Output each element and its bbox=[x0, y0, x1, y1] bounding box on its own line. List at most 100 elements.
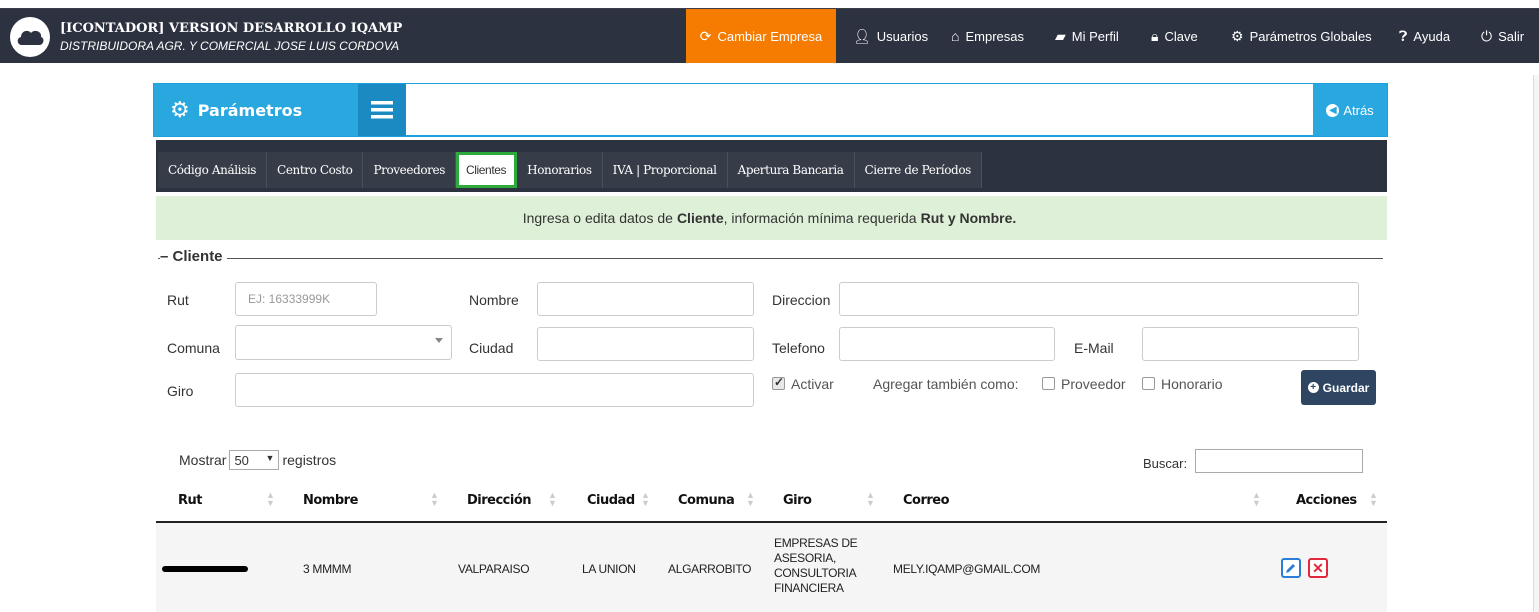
col-header-comuna[interactable]: Comuna bbox=[678, 493, 735, 508]
info-message: Ingresa o edita datos de Cliente , infor… bbox=[156, 196, 1387, 240]
sort-icon: ▲ ▼ bbox=[1252, 490, 1261, 508]
tab-cierre-periodos[interactable]: Cierre de Períodos bbox=[854, 152, 982, 188]
col-header-direccion[interactable]: Dirección bbox=[467, 493, 532, 508]
registros-label: registros bbox=[282, 452, 337, 468]
cliente-fieldset bbox=[158, 258, 1383, 259]
mi-perfil-link[interactable]: ▰ Mi Perfil bbox=[1055, 9, 1119, 63]
usuarios-label: Usuarios bbox=[876, 28, 929, 44]
telefono-input[interactable] bbox=[839, 327, 1055, 361]
parameter-tabs: Código Análisis Centro Costo Proveedores… bbox=[156, 140, 1387, 192]
cloud-logo-icon[interactable] bbox=[10, 17, 50, 57]
parametros-globales-link[interactable]: ⚙ Parámetros Globales bbox=[1231, 9, 1372, 63]
salir-label: Salir bbox=[1498, 28, 1525, 44]
activar-label: Activar bbox=[791, 376, 834, 392]
tab-honorarios[interactable]: Honorarios bbox=[517, 152, 603, 188]
back-button[interactable]: ◀ Atrás bbox=[1313, 84, 1387, 136]
ayuda-label: Ayuda bbox=[1413, 28, 1451, 44]
panel-title: ⚙ Parámetros bbox=[154, 84, 358, 136]
page-length-select[interactable]: 50 ▼ bbox=[229, 450, 280, 470]
guardar-label: Guardar bbox=[1322, 380, 1370, 395]
info-text-mid: , información mínima requerida bbox=[723, 210, 917, 226]
honorario-label: Honorario bbox=[1161, 376, 1223, 392]
col-header-correo[interactable]: Correo bbox=[903, 493, 950, 508]
usuarios-link[interactable]: 👤︎ Usuarios bbox=[853, 9, 928, 63]
pencil-icon bbox=[1286, 564, 1295, 573]
cell-comuna: ALGARROBITO bbox=[668, 562, 752, 576]
cell-ciudad: LA UNION bbox=[582, 562, 636, 576]
guardar-button[interactable]: + Guardar bbox=[1301, 370, 1376, 405]
power-icon: ⏻ bbox=[1481, 27, 1493, 44]
agregar-como-label: Agregar también como: bbox=[873, 376, 1019, 392]
giro-input[interactable] bbox=[235, 373, 754, 407]
cambiar-empresa-label: Cambiar Empresa bbox=[717, 28, 823, 44]
folder-open-icon: ▰ bbox=[1055, 27, 1066, 44]
ayuda-link[interactable]: ❓︎ Ayuda bbox=[1399, 9, 1450, 63]
refresh-icon: ⟳ bbox=[699, 27, 712, 44]
ciudad-input[interactable] bbox=[537, 327, 754, 361]
sort-icon: ▲ ▼ bbox=[866, 490, 875, 508]
tab-codigo-analisis[interactable]: Código Análisis bbox=[158, 152, 268, 188]
activar-checkbox[interactable] bbox=[772, 375, 785, 390]
ciudad-label: Ciudad bbox=[469, 340, 514, 356]
rut-label: Rut bbox=[167, 292, 189, 308]
hamburger-icon bbox=[371, 101, 393, 119]
proveedor-label: Proveedor bbox=[1061, 376, 1126, 392]
empresas-label: Empresas bbox=[965, 28, 1024, 44]
rut-placeholder: EJ: 16333999K bbox=[248, 292, 331, 306]
tab-centro-costo[interactable]: Centro Costo bbox=[267, 152, 364, 188]
giro-line: CONSULTORIA bbox=[774, 566, 857, 580]
direccion-input[interactable] bbox=[839, 282, 1359, 316]
parametros-globales-label: Parámetros Globales bbox=[1249, 28, 1372, 44]
col-header-ciudad[interactable]: Ciudad bbox=[587, 493, 635, 508]
tab-iva-proporcional[interactable]: IVA | Proporcional bbox=[602, 152, 728, 188]
scrollbar[interactable] bbox=[1533, 75, 1539, 612]
sort-icon: ▲ ▼ bbox=[548, 490, 557, 508]
honorario-checkbox[interactable] bbox=[1142, 377, 1155, 390]
tab-proveedores[interactable]: Proveedores bbox=[363, 152, 456, 188]
gear-icon: ⚙ bbox=[1231, 27, 1244, 44]
cell-direccion: VALPARAISO bbox=[458, 562, 530, 576]
cell-giro: EMPRESAS DE ASESORIA, CONSULTORIA FINANC… bbox=[774, 536, 858, 596]
edit-button[interactable] bbox=[1281, 558, 1301, 578]
salir-link[interactable]: ⏻ Salir bbox=[1481, 9, 1524, 63]
comuna-select[interactable] bbox=[235, 325, 452, 360]
clave-link[interactable]: 🔒︎ Clave bbox=[1151, 9, 1198, 63]
email-label: E-Mail bbox=[1074, 340, 1114, 356]
plus-circle-icon: + bbox=[1307, 382, 1319, 393]
sort-icon: ▲ ▼ bbox=[266, 490, 275, 508]
empresas-link[interactable]: ⌂ Empresas bbox=[951, 9, 1024, 63]
rut-input[interactable]: EJ: 16333999K bbox=[235, 282, 377, 316]
giro-line: ASESORIA, bbox=[774, 551, 836, 565]
sort-icon: ▲ ▼ bbox=[746, 490, 755, 508]
buscar-label: Buscar: bbox=[1143, 456, 1188, 471]
gear-icon: ⚙ bbox=[170, 97, 190, 123]
col-header-giro[interactable]: Giro bbox=[783, 493, 812, 508]
chevron-down-icon bbox=[435, 338, 443, 343]
tab-clientes[interactable]: Clientes bbox=[455, 152, 518, 188]
nombre-input[interactable] bbox=[537, 282, 754, 316]
col-header-acciones[interactable]: Acciones bbox=[1296, 493, 1357, 508]
proveedor-checkbox[interactable] bbox=[1042, 377, 1055, 390]
panel-title-label: Parámetros bbox=[197, 100, 303, 120]
info-text-pre: Ingresa o edita datos de bbox=[522, 210, 673, 226]
menu-toggle-button[interactable] bbox=[358, 84, 406, 136]
cell-correo: MELY.IQAMP@GMAIL.COM bbox=[893, 562, 1041, 576]
page-length-control: Mostrar 50 ▼ registros bbox=[179, 450, 336, 470]
col-header-nombre[interactable]: Nombre bbox=[303, 493, 358, 508]
close-icon: ✕ bbox=[1312, 559, 1324, 576]
cambiar-empresa-button[interactable]: ⟳ Cambiar Empresa bbox=[686, 9, 836, 63]
direccion-label: Direccion bbox=[772, 292, 831, 308]
comuna-label: Comuna bbox=[167, 340, 220, 356]
sort-icon: ▲ ▼ bbox=[1369, 490, 1378, 508]
search-input[interactable] bbox=[1195, 449, 1363, 473]
company-name: DISTRIBUIDORA AGR. Y COMERCIAL JOSE LUIS… bbox=[60, 39, 400, 53]
home-icon: ⌂ bbox=[951, 28, 960, 44]
back-label: Atrás bbox=[1343, 102, 1374, 118]
tab-apertura-bancaria[interactable]: Apertura Bancaria bbox=[727, 152, 855, 188]
user-icon: 👤︎ bbox=[853, 27, 871, 44]
email-input[interactable] bbox=[1142, 327, 1359, 361]
delete-button[interactable]: ✕ bbox=[1308, 558, 1328, 578]
cell-nombre: 3 MMMM bbox=[303, 562, 352, 576]
giro-line: FINANCIERA bbox=[774, 581, 844, 595]
col-header-rut[interactable]: Rut bbox=[178, 493, 202, 508]
